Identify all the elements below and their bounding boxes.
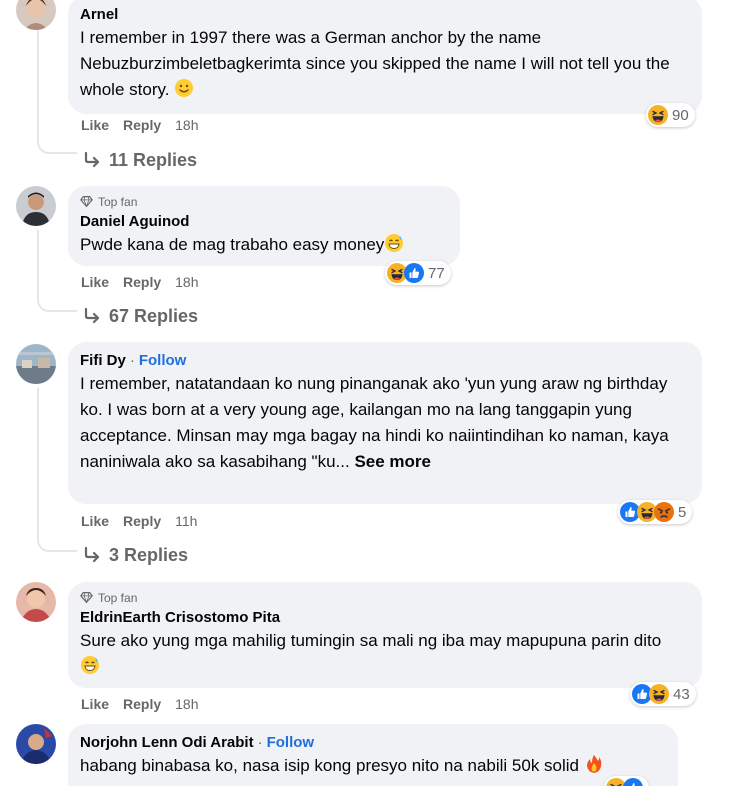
comment-author[interactable]: Daniel Aguinod <box>80 211 189 232</box>
badge-label: Top fan <box>98 194 138 209</box>
reply-arrow-icon <box>83 151 101 169</box>
comment-feed: Arnel I remember in 1997 there was a Ger… <box>0 0 750 786</box>
comment-author[interactable]: Fifi Dy <box>80 350 126 371</box>
reaction-icons <box>387 263 424 283</box>
view-replies-link[interactable]: 67 Replies <box>83 304 198 328</box>
view-replies-link[interactable]: 11 Replies <box>83 148 197 172</box>
like-reaction-icon <box>404 263 424 283</box>
comment-actions: Like Reply 11h <box>81 512 197 530</box>
comment-bubble: Norjohn Lenn Odi Arabit · Follow habang … <box>68 724 678 786</box>
avatar[interactable] <box>16 724 56 764</box>
comment-timestamp[interactable]: 18h <box>175 274 198 290</box>
reply-button[interactable]: Reply <box>123 696 161 712</box>
reply-arrow-icon <box>83 546 101 564</box>
see-more-link[interactable]: See more <box>354 452 431 471</box>
comment-text-content: I remember in 1997 there was a German an… <box>80 28 670 99</box>
comment-text-content: Pwde kana de mag trabaho easy money <box>80 235 385 254</box>
reaction-count: 43 <box>673 685 690 703</box>
reply-button[interactable]: Reply <box>123 274 161 290</box>
reaction-icons <box>632 684 669 704</box>
thread-curve <box>37 538 77 552</box>
reaction-icons <box>606 778 643 786</box>
like-button[interactable]: Like <box>81 513 109 529</box>
comment-actions: Like Reply 18h <box>81 273 199 291</box>
reaction-summary[interactable]: 77 <box>385 261 451 285</box>
comment-author[interactable]: Arnel <box>80 4 118 25</box>
reply-button[interactable]: Reply <box>123 513 161 529</box>
grinning-sweat-face-icon <box>80 655 100 675</box>
comment-text-content: habang binabasa ko, nasa isip kong presy… <box>80 756 580 775</box>
comment-timestamp[interactable]: 18h <box>175 696 198 712</box>
comment-bubble: Top fan EldrinEarth Crisostomo Pita Sure… <box>68 582 702 688</box>
reaction-icons <box>648 105 668 125</box>
comment-timestamp[interactable]: 18h <box>175 117 198 133</box>
comment-author-row: Norjohn Lenn Odi Arabit · Follow <box>80 732 666 753</box>
reaction-count: 77 <box>428 264 445 282</box>
comment-author-row: EldrinEarth Crisostomo Pita <box>80 607 690 628</box>
view-replies-link[interactable]: 3 Replies <box>83 543 188 567</box>
grinning-sweat-face-icon <box>384 233 404 253</box>
reaction-summary[interactable]: 43 <box>630 682 696 706</box>
avatar[interactable] <box>16 186 56 226</box>
reaction-count: 5 <box>678 503 687 521</box>
comment-text: Sure ako yung mga mahilig tumingin sa ma… <box>80 628 670 680</box>
thread-line <box>37 388 39 538</box>
like-button[interactable]: Like <box>81 696 109 712</box>
follow-button[interactable]: Follow <box>267 732 315 753</box>
separator-dot: · <box>257 734 263 751</box>
like-button[interactable]: Like <box>81 117 109 133</box>
like-reaction-icon <box>623 778 643 786</box>
avatar[interactable] <box>16 0 56 30</box>
slightly-smiling-face-icon <box>174 78 194 98</box>
thread-curve <box>37 298 77 312</box>
comment-actions: Like Reply 18h <box>81 116 199 134</box>
thread-line <box>37 230 39 298</box>
avatar[interactable] <box>16 344 56 384</box>
reply-button[interactable]: Reply <box>123 117 161 133</box>
replies-count-label: 67 Replies <box>109 305 199 326</box>
comment-timestamp[interactable]: 11h <box>175 513 197 529</box>
comment-bubble: Top fan Daniel Aguinod Pwde kana de mag … <box>68 186 460 266</box>
comment-author-row: Daniel Aguinod <box>80 211 448 232</box>
diamond-icon <box>80 195 93 208</box>
haha-reaction-icon <box>648 105 668 125</box>
badge-label: Top fan <box>98 590 138 605</box>
reaction-summary[interactable] <box>604 776 649 786</box>
comment-text: habang binabasa ko, nasa isip kong presy… <box>80 753 666 779</box>
replies-count-label: 11 Replies <box>109 149 198 170</box>
haha-reaction-icon <box>649 684 669 704</box>
thread-curve <box>37 140 77 154</box>
fire-icon <box>584 754 604 774</box>
comment-author[interactable]: EldrinEarth Crisostomo Pita <box>80 607 280 628</box>
comment-author[interactable]: Norjohn Lenn Odi Arabit <box>80 732 254 753</box>
like-button[interactable]: Like <box>81 274 109 290</box>
follow-button[interactable]: Follow <box>139 350 187 371</box>
reaction-summary[interactable]: 5 <box>618 500 693 524</box>
comment-author-row: Arnel <box>80 4 690 25</box>
separator-dot: · <box>129 352 135 369</box>
diamond-icon <box>80 591 93 604</box>
comment-text: I remember, natatandaan ko nung pinangan… <box>80 371 690 475</box>
top-fan-badge[interactable]: Top fan <box>80 194 448 209</box>
comment-bubble: Arnel I remember in 1997 there was a Ger… <box>68 0 702 114</box>
reaction-count: 90 <box>672 106 689 124</box>
replies-count-label: 3 Replies <box>109 544 189 565</box>
reaction-summary[interactable]: 90 <box>646 103 695 127</box>
comment-actions: Like Reply 18h <box>81 695 199 713</box>
comment-bubble: Fifi Dy · Follow I remember, natatandaan… <box>68 342 702 504</box>
reply-arrow-icon <box>83 307 101 325</box>
reaction-icons <box>620 502 674 522</box>
angry-reaction-icon <box>654 502 674 522</box>
avatar[interactable] <box>16 582 56 622</box>
comment-author-row: Fifi Dy · Follow <box>80 350 690 371</box>
comment-text-content: Sure ako yung mga mahilig tumingin sa ma… <box>80 631 662 650</box>
comment-text: Pwde kana de mag trabaho easy money <box>80 232 448 258</box>
top-fan-badge[interactable]: Top fan <box>80 590 690 605</box>
comment-text: I remember in 1997 there was a German an… <box>80 25 690 103</box>
